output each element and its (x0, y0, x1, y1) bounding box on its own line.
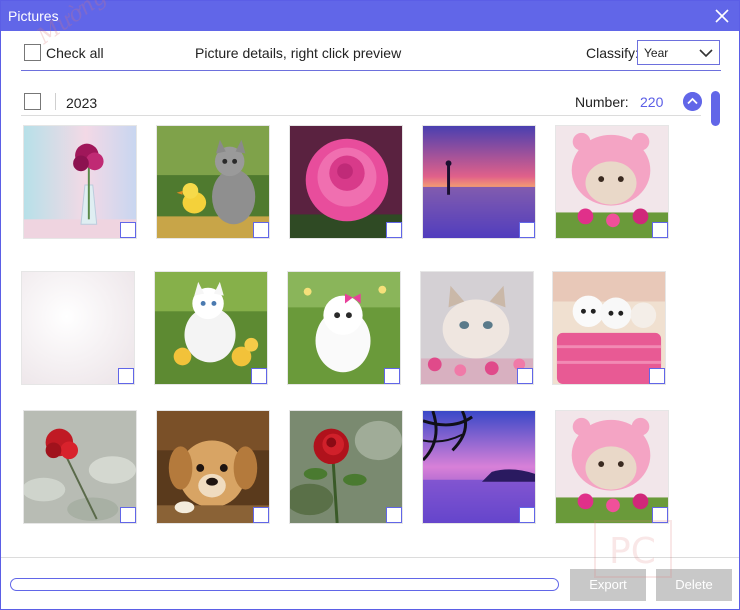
export-button[interactable]: Export (570, 569, 646, 601)
thumbnail[interactable] (422, 410, 536, 524)
group-checkbox[interactable] (24, 93, 41, 110)
scrollbar-thumb[interactable] (711, 91, 720, 126)
thumbnail-checkbox[interactable] (120, 507, 136, 523)
thumbnail-checkbox[interactable] (253, 507, 269, 523)
toolbar: Check all Picture details, right click p… (21, 39, 721, 71)
chevron-down-icon (699, 49, 713, 58)
chevron-up-icon[interactable] (683, 92, 702, 111)
thumbnail-checkbox[interactable] (118, 368, 134, 384)
group-year: 2023 (66, 95, 98, 111)
check-all-label[interactable]: Check all (46, 45, 104, 61)
thumbnail-checkbox[interactable] (251, 368, 267, 384)
thumbnail[interactable] (156, 125, 270, 239)
thumbnail[interactable] (422, 125, 536, 239)
svg-text:PC: PC (609, 531, 656, 572)
year-group-header: 2023 Number: 220 (21, 89, 702, 116)
window-title: Pictures (8, 8, 59, 24)
check-all-checkbox[interactable] (24, 44, 41, 61)
thumbnail[interactable] (289, 410, 403, 524)
thumbnail[interactable] (287, 271, 401, 385)
thumbnail[interactable] (156, 410, 270, 524)
thumbnail[interactable] (555, 125, 669, 239)
thumbnail[interactable] (154, 271, 268, 385)
thumbnail[interactable] (289, 125, 403, 239)
pictures-dialog: Pictures Check all Picture details, righ… (0, 0, 740, 610)
footer-divider (1, 557, 739, 558)
thumbnail-checkbox[interactable] (253, 222, 269, 238)
thumbnail-checkbox[interactable] (517, 368, 533, 384)
thumbnail[interactable] (555, 410, 669, 524)
delete-button[interactable]: Delete (656, 569, 732, 601)
title-bar: Pictures (1, 1, 739, 31)
thumbnail[interactable] (23, 410, 137, 524)
thumbnail-checkbox[interactable] (649, 368, 665, 384)
thumbnail-checkbox[interactable] (652, 507, 668, 523)
thumbnail-checkbox[interactable] (386, 507, 402, 523)
thumbnail[interactable] (552, 271, 666, 385)
details-hint: Picture details, right click preview (195, 45, 402, 61)
number-value: 220 (640, 94, 664, 110)
thumbnail-checkbox[interactable] (386, 222, 402, 238)
thumbnail-checkbox[interactable] (519, 222, 535, 238)
number-label: Number: (575, 94, 629, 110)
thumbnail[interactable] (420, 271, 534, 385)
classify-select[interactable]: Year (637, 40, 720, 65)
thumbnail-checkbox[interactable] (652, 222, 668, 238)
divider (55, 93, 56, 110)
thumbnail[interactable] (23, 125, 137, 239)
thumbnail-checkbox[interactable] (519, 507, 535, 523)
vertical-scrollbar[interactable] (710, 91, 722, 536)
thumbnail-checkbox[interactable] (120, 222, 136, 238)
thumbnail-checkbox[interactable] (384, 368, 400, 384)
thumbnail[interactable] (21, 271, 135, 385)
classify-label: Classify: (586, 45, 639, 61)
classify-value: Year (644, 46, 669, 60)
progress-bar (10, 578, 559, 591)
close-icon[interactable] (711, 5, 733, 27)
